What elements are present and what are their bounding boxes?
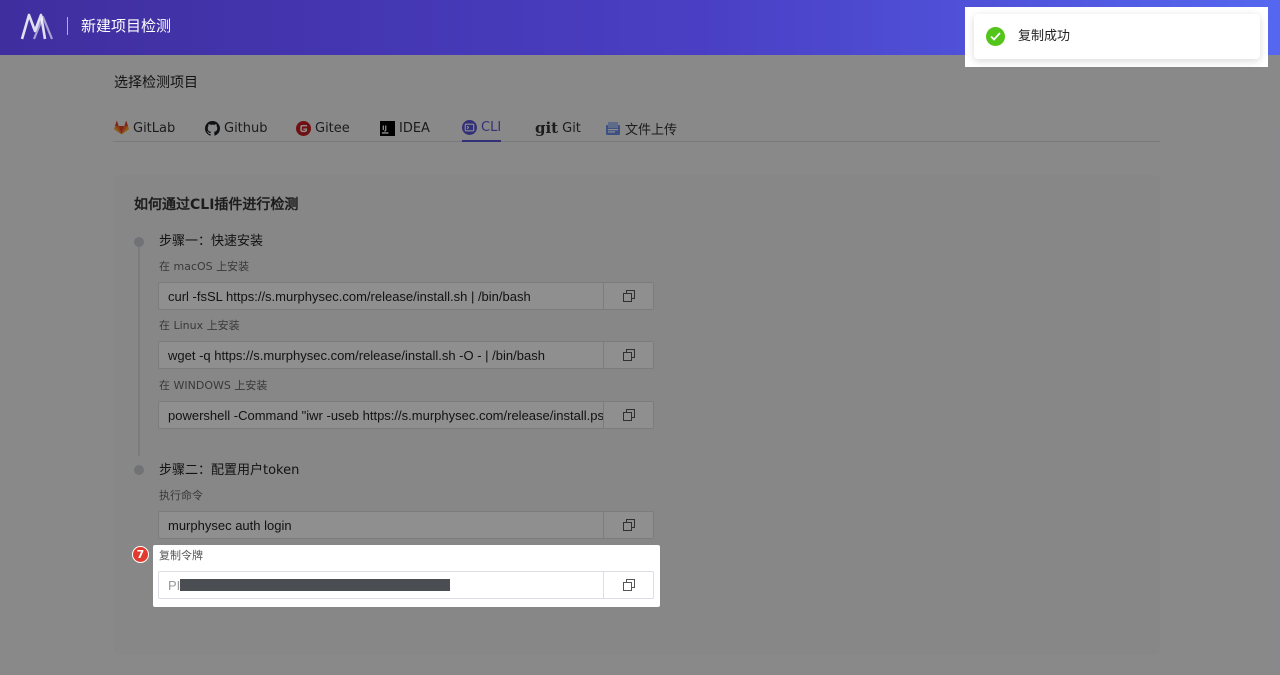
- tab-gitlab-label: GitLab: [133, 120, 176, 136]
- tab-github[interactable]: Github: [205, 114, 268, 142]
- copy-button-token[interactable]: [603, 572, 653, 598]
- exec-command-input[interactable]: murphysec auth login: [168, 518, 604, 534]
- linux-command-box: wget -q https://s.murphysec.com/release/…: [158, 341, 654, 369]
- gitee-icon: [296, 120, 311, 136]
- cli-icon: [462, 119, 477, 135]
- macos-command-box: curl -fsSL https://s.murphysec.com/relea…: [158, 282, 654, 310]
- tab-gitlab[interactable]: GitLab: [114, 114, 175, 142]
- copy-icon: [622, 409, 635, 421]
- token-redaction: [180, 579, 450, 591]
- copy-icon: [622, 579, 635, 591]
- macos-command-input[interactable]: curl -fsSL https://s.murphysec.com/relea…: [168, 289, 604, 305]
- copy-button-macos[interactable]: [603, 283, 653, 309]
- header-divider: [67, 17, 68, 35]
- timeline-dot-step2: [134, 465, 144, 475]
- gitlab-icon: [114, 121, 129, 135]
- tab-cli[interactable]: CLI: [462, 114, 502, 142]
- github-icon: [205, 120, 220, 136]
- exec-command-box: murphysec auth login: [158, 511, 654, 539]
- step2-title: 步骤二：配置用户token: [159, 463, 300, 478]
- windows-command-input[interactable]: powershell -Command "iwr -useb https://s…: [168, 408, 604, 424]
- linux-label: 在 Linux 上安装: [159, 319, 240, 332]
- svg-text:IJ: IJ: [382, 123, 387, 131]
- tab-git-label: Git: [562, 120, 581, 136]
- upload-icon: [606, 121, 620, 135]
- success-check-icon: [986, 27, 1005, 46]
- murphysec-logo-icon[interactable]: [20, 11, 54, 41]
- macos-label: 在 macOS 上安装: [159, 260, 250, 273]
- git-icon: git: [535, 118, 559, 137]
- token-label: 复制令牌: [159, 549, 203, 562]
- toast-message: 复制成功: [1018, 29, 1071, 44]
- exec-label: 执行命令: [159, 489, 203, 502]
- timeline-dot-step1: [134, 237, 144, 247]
- toast-notification: [974, 14, 1260, 59]
- tab-gitee-label: Gitee: [315, 120, 350, 136]
- windows-command-box: powershell -Command "iwr -useb https://s…: [158, 401, 654, 429]
- tab-gitee[interactable]: Gitee: [296, 114, 350, 142]
- tab-file-upload-label: 文件上传: [625, 122, 678, 138]
- copy-button-exec[interactable]: [603, 512, 653, 538]
- step-number-badge: 7: [132, 546, 149, 563]
- tab-idea[interactable]: IJ IDEA: [380, 114, 430, 142]
- copy-icon: [622, 349, 635, 361]
- step1-title: 步骤一：快速安装: [159, 234, 264, 249]
- copy-button-windows[interactable]: [603, 402, 653, 428]
- timeline-line: [138, 246, 140, 456]
- idea-icon: IJ: [380, 120, 395, 136]
- tab-file-upload[interactable]: 文件上传: [605, 114, 677, 142]
- tab-cli-label: CLI: [481, 119, 502, 135]
- windows-label: 在 WINDOWS 上安装: [159, 379, 268, 392]
- tab-idea-label: IDEA: [399, 120, 430, 136]
- copy-button-linux[interactable]: [603, 342, 653, 368]
- tab-github-label: Github: [224, 120, 268, 136]
- copy-icon: [622, 290, 635, 302]
- linux-command-input[interactable]: wget -q https://s.murphysec.com/release/…: [168, 348, 604, 364]
- copy-icon: [622, 519, 635, 531]
- panel-title: 如何通过CLI插件进行检测: [134, 197, 299, 213]
- page-title: 新建项目检测: [81, 17, 172, 35]
- section-title: 选择检测项目: [114, 75, 198, 91]
- tab-git[interactable]: git Git: [535, 114, 581, 142]
- source-tabs: GitLab Github Gitee IJ IDEA CLI git Git: [113, 110, 1160, 142]
